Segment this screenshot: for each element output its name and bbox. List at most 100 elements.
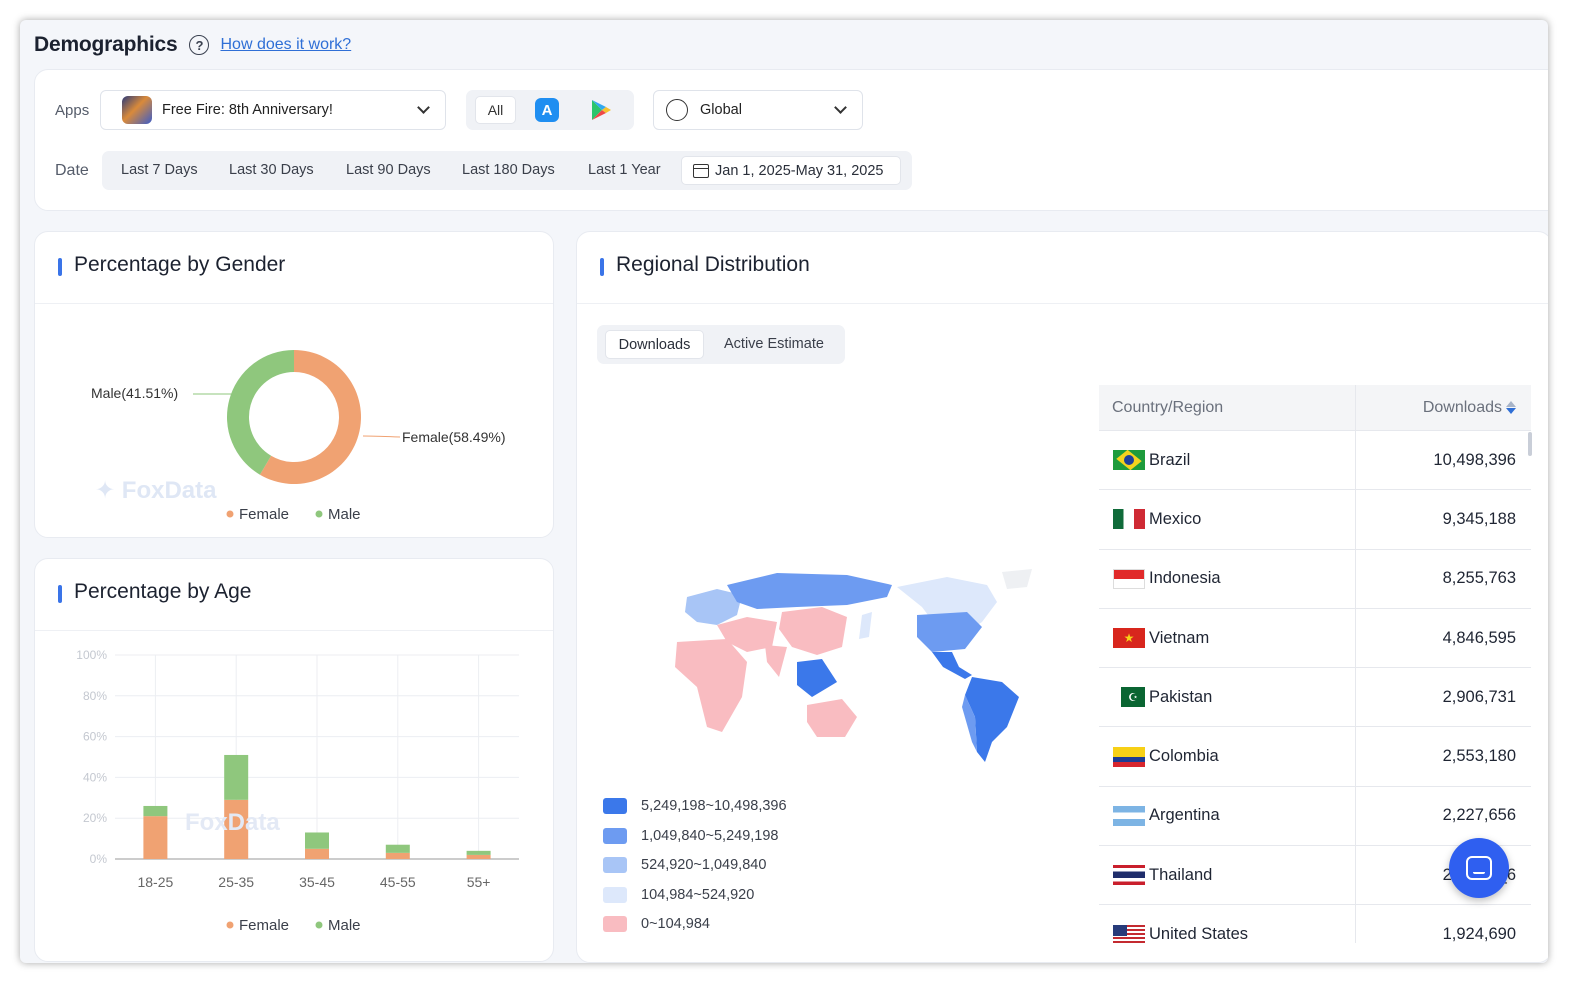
legend-label: 104,984~524,920 [641, 887, 755, 903]
column-downloads-label: Downloads [1422, 398, 1502, 416]
google-play-icon[interactable] [589, 98, 613, 122]
how-does-it-work-link[interactable]: How does it work? [220, 36, 351, 54]
download-count: 10,498,396 [1433, 450, 1516, 469]
map-legend-item: 0~104,984 [603, 915, 710, 933]
map-region-southeast-asia[interactable] [797, 659, 837, 697]
table-row[interactable]: Indonesia 8,255,763 [1099, 549, 1531, 609]
legend-swatch [603, 828, 627, 844]
regional-card-header: Regional Distribution [577, 232, 1548, 304]
table-scrollbar[interactable] [1528, 432, 1532, 456]
legend-male[interactable]: Male [328, 917, 361, 934]
title-row: Demographics ? How does it work? [34, 32, 351, 58]
legend-swatch [603, 798, 627, 814]
y-tick-label: 80% [83, 689, 107, 703]
map-region-greenland[interactable] [1002, 569, 1032, 589]
legend-female[interactable]: Female [239, 506, 289, 523]
age-bar-chart: 0% 20% 40% 60% 80% 100% 18-25 25-35 35-45 45-55 55… [76, 648, 519, 934]
flag-brazil-icon [1113, 450, 1145, 471]
map-region-united-states[interactable] [917, 612, 982, 652]
donut-slice-male[interactable] [227, 350, 294, 475]
store-all-button[interactable]: All [475, 96, 516, 124]
map-region-china[interactable] [779, 607, 847, 655]
sort-icon[interactable] [1506, 401, 1516, 414]
legend-swatch [603, 857, 627, 873]
table-row[interactable]: United States 1,924,690 [1099, 905, 1531, 943]
country-name: Vietnam [1149, 628, 1210, 647]
map-region-africa[interactable] [675, 639, 747, 732]
chat-support-button[interactable] [1449, 838, 1509, 898]
bar-female[interactable] [305, 848, 329, 859]
filter-card: Apps Free Fire: 8th Anniversary! All A G… [34, 69, 1548, 211]
bar-female[interactable] [466, 854, 491, 859]
bar-female[interactable] [385, 852, 410, 859]
x-tick-label: 18-25 [137, 874, 173, 890]
legend-dot-male [315, 510, 323, 518]
date-option-last-7-days[interactable]: Last 7 Days [121, 162, 198, 178]
legend-female[interactable]: Female [239, 917, 289, 934]
legend-swatch [603, 887, 627, 903]
table-header: Country/Region Downloads [1099, 385, 1531, 431]
date-option-last-180-days[interactable]: Last 180 Days [462, 162, 555, 178]
gender-donut-chart: Female(58.49%) Male(41.51%) Female Male [91, 350, 506, 523]
bar-male[interactable] [385, 844, 410, 853]
region-select[interactable]: Global [653, 90, 863, 130]
bar-male[interactable] [466, 850, 491, 855]
map-region-japan[interactable] [859, 612, 872, 639]
y-tick-label: 0% [90, 852, 108, 866]
region-name: Global [700, 102, 742, 118]
download-count: 2,553,180 [1442, 747, 1516, 766]
legend-label: 524,920~1,049,840 [641, 857, 767, 873]
download-count: 2,227,656 [1442, 806, 1516, 825]
map-region-india[interactable] [765, 645, 787, 677]
table-row[interactable]: Brazil 10,498,396 [1099, 431, 1531, 491]
map-region-russia[interactable] [727, 573, 892, 609]
download-count: 1,924,690 [1442, 925, 1516, 943]
map-region-mexico[interactable] [932, 652, 972, 679]
store-filter: All A [466, 90, 634, 130]
column-downloads[interactable]: Downloads [1356, 385, 1531, 430]
legend-dot-male [315, 921, 323, 929]
date-option-last-1-year[interactable]: Last 1 Year [588, 162, 661, 178]
bar-male[interactable] [224, 754, 249, 800]
bar-male[interactable] [305, 832, 329, 849]
bar-female[interactable] [143, 816, 168, 859]
flag-pakistan-icon: ☪ [1113, 687, 1145, 708]
table-row[interactable]: Mexico 9,345,188 [1099, 490, 1531, 550]
gender-card: Percentage by Gender ✦ FoxData Female(58… [34, 231, 554, 538]
female-slice-label: Female(58.49%) [402, 429, 506, 445]
date-option-last-30-days[interactable]: Last 30 Days [229, 162, 314, 178]
flag-indonesia-icon [1113, 568, 1145, 589]
metric-tabs: Downloads Active Estimate [597, 325, 845, 364]
table-row[interactable]: Colombia 2,553,180 [1099, 727, 1531, 787]
calendar-icon [693, 163, 709, 178]
bar-male[interactable] [143, 805, 168, 817]
tab-active-estimate[interactable]: Active Estimate [724, 336, 824, 352]
column-country: Country/Region [1099, 385, 1356, 430]
globe-icon [666, 99, 688, 121]
table-row[interactable]: ★ Vietnam 4,846,595 [1099, 608, 1531, 669]
app-select[interactable]: Free Fire: 8th Anniversary! [100, 90, 446, 130]
table-row[interactable]: ☪ Pakistan 2,906,731 [1099, 668, 1531, 728]
map-region-australia[interactable] [807, 699, 857, 737]
country-name: Thailand [1149, 865, 1213, 884]
flag-united-states-icon [1113, 924, 1145, 943]
download-count: 2,906,731 [1442, 687, 1516, 706]
country-name: Brazil [1149, 450, 1191, 469]
date-option-last-90-days[interactable]: Last 90 Days [346, 162, 431, 178]
male-slice-label: Male(41.51%) [91, 385, 178, 401]
flag-thailand-icon [1113, 865, 1145, 886]
date-range-picker[interactable]: Jan 1, 2025-May 31, 2025 [681, 156, 901, 185]
legend-male[interactable]: Male [328, 506, 361, 523]
app-store-icon[interactable]: A [535, 98, 559, 122]
tab-downloads[interactable]: Downloads [605, 330, 704, 359]
country-name: Argentina [1149, 806, 1220, 825]
chevron-down-icon [417, 101, 430, 114]
question-icon[interactable]: ? [189, 35, 210, 55]
female-leader-line [362, 435, 401, 438]
flag-vietnam-icon: ★ [1113, 628, 1145, 649]
legend-swatch [603, 916, 627, 932]
legend-label: 1,049,840~5,249,198 [641, 828, 779, 844]
world-map[interactable] [647, 567, 1047, 767]
country-name: Mexico [1149, 509, 1202, 528]
table-row[interactable]: Argentina 2,227,656 [1099, 786, 1531, 847]
